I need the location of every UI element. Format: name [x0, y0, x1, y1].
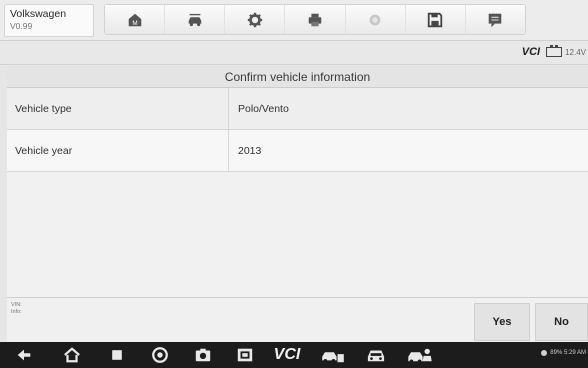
- toolbar: M: [104, 4, 526, 35]
- vci-nav-label: VCI: [273, 346, 301, 363]
- vci-status: VCI 12.4V: [521, 45, 586, 58]
- car-person-icon: [408, 348, 432, 364]
- home-nav-button[interactable]: [62, 346, 82, 364]
- data-logging-button[interactable]: [465, 5, 525, 34]
- home-button[interactable]: M: [105, 5, 166, 34]
- yes-button[interactable]: Yes: [474, 303, 530, 341]
- recent-apps-icon: [112, 350, 122, 360]
- vin-label: VIN:: [11, 302, 22, 308]
- back-button[interactable]: [14, 346, 34, 364]
- battery-and-clock: 89% 5:29 AM: [550, 350, 586, 356]
- row-value: 2013: [238, 145, 262, 157]
- remote-expert-button[interactable]: [404, 346, 436, 364]
- signal-icon: [541, 350, 548, 356]
- help-button[interactable]: [345, 5, 406, 34]
- battery-icon: [546, 45, 563, 57]
- panel-title: Confirm vehicle information: [7, 66, 588, 88]
- print-button[interactable]: [285, 5, 346, 34]
- home-icon: M: [128, 13, 141, 26]
- svg-text:M: M: [132, 19, 137, 26]
- info-label: Info:: [11, 309, 22, 315]
- vin-info: VIN: Info:: [11, 302, 22, 316]
- data-logging-icon: [489, 13, 502, 27]
- save-button[interactable]: [405, 5, 466, 34]
- table-row: Vehicle year 2013: [7, 130, 588, 172]
- top-bar: Volkswagen V0.99 M: [0, 0, 588, 41]
- save-icon: [428, 12, 443, 27]
- screen-capture-button[interactable]: [234, 346, 256, 364]
- software-version: V0.99: [10, 21, 33, 31]
- home-nav-icon: [64, 347, 80, 363]
- vehicle-button[interactable]: [364, 346, 388, 364]
- row-value: Polo/Vento: [238, 103, 289, 115]
- no-button[interactable]: No: [535, 303, 588, 341]
- info-table: Vehicle type Polo/Vento Vehicle year 201…: [7, 88, 588, 172]
- back-icon: [17, 349, 31, 361]
- system-status: 89% 5:29 AM: [541, 350, 586, 356]
- help-icon: [369, 14, 381, 25]
- vehicle-status-button[interactable]: [318, 346, 348, 364]
- recent-apps-button[interactable]: [108, 346, 126, 364]
- browser-icon: [152, 347, 168, 363]
- settings-button[interactable]: [225, 5, 286, 34]
- info-bar: VIN: Info: Yes No: [7, 297, 588, 342]
- row-label: Vehicle type: [7, 88, 229, 129]
- battery-voltage: 12.4V: [565, 47, 586, 57]
- vehicle-swap-button[interactable]: [165, 5, 226, 34]
- system-nav-bar: VCI 89% 5:29 AM: [0, 342, 588, 368]
- settings-gear-icon: [247, 12, 263, 27]
- camera-button[interactable]: [192, 346, 214, 364]
- browser-button[interactable]: [150, 346, 170, 364]
- table-row: Vehicle type Polo/Vento: [7, 88, 588, 130]
- row-label: Vehicle year: [7, 130, 229, 171]
- screen-capture-icon: [237, 348, 253, 362]
- camera-icon: [195, 348, 211, 362]
- status-row: VCI 12.4V: [0, 41, 588, 65]
- vehicle-swap-icon: [188, 13, 202, 26]
- vci-button[interactable]: VCI: [272, 346, 302, 364]
- vci-label: VCI: [521, 46, 541, 58]
- vehicle-title-box: Volkswagen V0.99: [4, 4, 94, 37]
- vehicle-battery-icon: [322, 352, 344, 363]
- vehicle-info-panel: Confirm vehicle information Vehicle type…: [7, 66, 588, 297]
- car-icon: [367, 350, 385, 362]
- vehicle-make: Volkswagen: [10, 8, 67, 20]
- print-icon: [308, 13, 322, 26]
